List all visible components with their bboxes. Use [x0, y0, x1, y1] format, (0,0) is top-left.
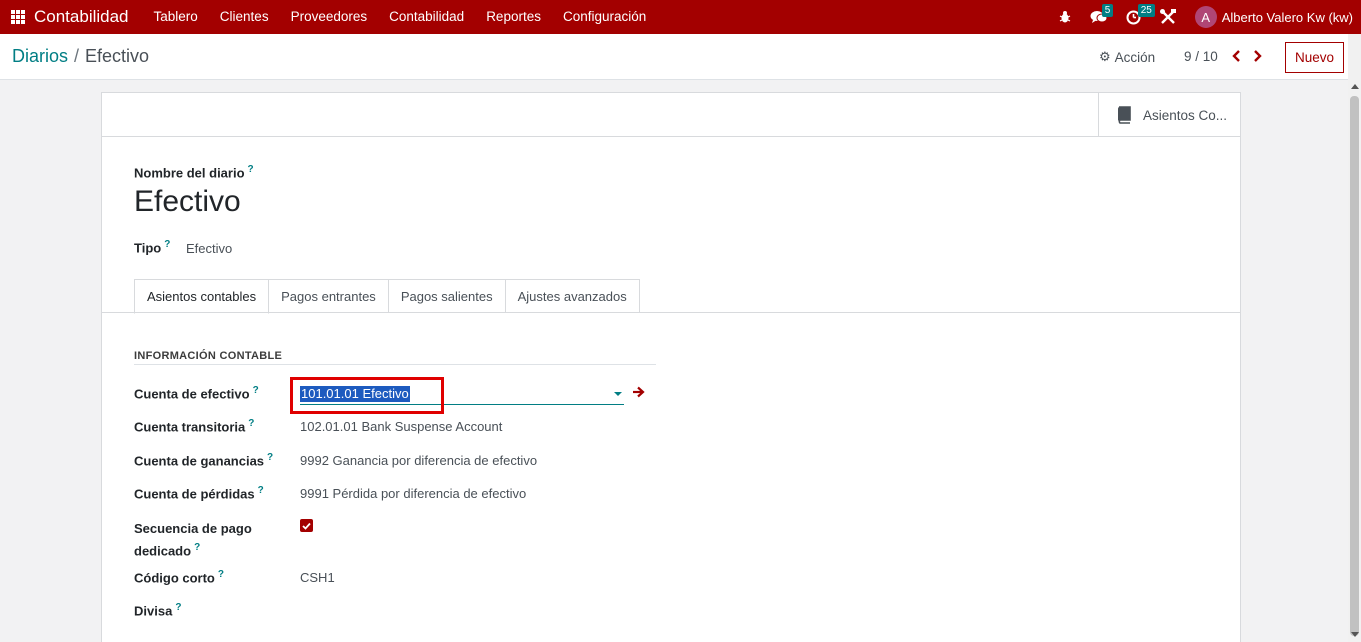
dedicated-sequence-label: Secuencia de pago dedicado?	[134, 519, 252, 560]
menu-item-clientes[interactable]: Clientes	[209, 0, 280, 34]
help-icon[interactable]: ?	[258, 485, 264, 496]
settings-tools-button[interactable]	[1159, 8, 1177, 26]
dedicated-sequence-label-line2: dedicado?	[134, 538, 252, 560]
user-menu[interactable]: A Alberto Valero Kw (kw)	[1194, 6, 1353, 28]
main-menu: Tablero Clientes Proveedores Contabilida…	[143, 0, 658, 34]
top-navbar: Contabilidad Tablero Clientes Proveedore…	[0, 0, 1361, 34]
tab-outgoing-payments[interactable]: Pagos salientes	[388, 279, 506, 313]
journal-name-value[interactable]: Efectivo	[134, 185, 241, 219]
loss-account-label-text: Cuenta de pérdidas	[134, 486, 255, 502]
bug-icon	[1059, 11, 1071, 23]
short-code-value[interactable]: CSH1	[300, 570, 335, 585]
debug-button[interactable]	[1058, 10, 1072, 24]
suspense-account-label-text: Cuenta transitoria	[134, 419, 246, 435]
highlight-box	[290, 377, 444, 414]
activities-badge: 25	[1137, 3, 1155, 17]
short-code-label: Código corto?	[134, 569, 224, 585]
type-label: Tipo?	[134, 239, 170, 255]
help-icon[interactable]: ?	[248, 164, 254, 175]
menu-item-tablero[interactable]: Tablero	[143, 0, 209, 34]
tools-icon	[1159, 9, 1176, 24]
menu-item-configuracion[interactable]: Configuración	[552, 0, 657, 34]
loss-account-label: Cuenta de pérdidas?	[134, 485, 264, 501]
scroll-thumb[interactable]	[1350, 96, 1359, 636]
chevron-right-icon	[1254, 50, 1262, 62]
dedicated-sequence-label-text: dedicado	[134, 543, 192, 559]
dedicated-sequence-checkbox[interactable]	[300, 519, 313, 532]
help-icon[interactable]: ?	[194, 542, 200, 553]
checkmark-icon	[302, 522, 311, 530]
suspense-account-value[interactable]: 102.01.01 Bank Suspense Account	[300, 419, 502, 434]
currency-label: Divisa?	[134, 602, 181, 618]
open-record-button[interactable]	[632, 386, 645, 401]
scroll-down-arrow-icon[interactable]	[1351, 632, 1359, 637]
dedicated-sequence-label-line1: Secuencia de pago	[134, 521, 252, 536]
menu-item-contabilidad[interactable]: Contabilidad	[378, 0, 475, 34]
user-name: Alberto Valero Kw (kw)	[1221, 9, 1353, 25]
notebook-tabs: Asientos contables Pagos entrantes Pagos…	[134, 279, 640, 314]
profit-account-label: Cuenta de ganancias?	[134, 452, 273, 468]
arrow-right-icon	[633, 386, 645, 398]
page-scrollbar[interactable]	[1348, 34, 1361, 642]
messages-badge: 5	[1101, 4, 1114, 17]
help-icon[interactable]: ?	[267, 452, 273, 463]
activities-button[interactable]: 25	[1126, 3, 1155, 25]
action-menu-button[interactable]: ⚙ Acción	[1099, 49, 1155, 65]
profit-account-label-text: Cuenta de ganancias	[134, 453, 265, 469]
app-brand[interactable]: Contabilidad	[34, 7, 129, 27]
breadcrumb: Diarios / Efectivo	[12, 46, 149, 67]
breadcrumb-separator: /	[74, 46, 80, 66]
book-icon	[1117, 106, 1131, 124]
breadcrumb-current: Efectivo	[85, 46, 150, 66]
scroll-up-arrow-icon[interactable]	[1351, 84, 1359, 89]
profit-account-value[interactable]: 9992 Ganancia por diferencia de efectivo	[300, 453, 537, 468]
messages-button[interactable]: 5	[1090, 4, 1114, 24]
help-icon[interactable]: ?	[175, 602, 181, 613]
cash-account-label: Cuenta de efectivo?	[134, 385, 259, 401]
tab-journal-entries[interactable]: Asientos contables	[134, 279, 270, 314]
avatar: A	[1194, 6, 1217, 28]
chevron-left-icon	[1232, 50, 1240, 62]
pager-next-button[interactable]	[1251, 47, 1265, 65]
help-icon[interactable]: ?	[248, 418, 254, 429]
suspense-account-label: Cuenta transitoria?	[134, 418, 254, 434]
menu-item-proveedores[interactable]: Proveedores	[280, 0, 379, 34]
type-label-text: Tipo	[134, 240, 162, 256]
action-label: Acción	[1114, 49, 1156, 65]
cash-account-label-text: Cuenta de efectivo	[134, 386, 250, 402]
tab-divider	[102, 312, 1240, 313]
tab-advanced-settings[interactable]: Ajustes avanzados	[505, 279, 640, 313]
journal-entries-smart-button[interactable]: Asientos Co...	[1098, 93, 1240, 137]
short-code-label-text: Código corto	[134, 570, 215, 586]
help-icon[interactable]: ?	[253, 385, 259, 396]
new-record-button[interactable]: Nuevo	[1285, 42, 1344, 73]
tab-incoming-payments[interactable]: Pagos entrantes	[269, 279, 389, 313]
pager-value[interactable]: 9 / 10	[1184, 49, 1218, 64]
chevron-down-icon[interactable]	[614, 392, 622, 396]
section-divider	[134, 364, 656, 365]
help-icon[interactable]: ?	[164, 239, 170, 250]
help-icon[interactable]: ?	[218, 569, 224, 580]
currency-label-text: Divisa	[134, 603, 173, 619]
control-panel: Diarios / Efectivo ⚙ Acción 9 / 10 Nuevo	[0, 34, 1348, 80]
section-title: INFORMACIÓN CONTABLE	[134, 350, 283, 362]
journal-name-label-text: Nombre del diario	[134, 165, 245, 181]
pager-previous-button[interactable]	[1229, 47, 1243, 65]
journal-name-label: Nombre del diario?	[134, 164, 254, 180]
type-value[interactable]: Efectivo	[186, 241, 232, 256]
systray: 5 25 A Alberto Valero Kw (kw)	[1058, 0, 1361, 34]
loss-account-value[interactable]: 9991 Pérdida por diferencia de efectivo	[300, 486, 526, 501]
gear-icon: ⚙	[1099, 49, 1111, 64]
apps-grid-icon	[11, 10, 25, 24]
smart-button-label: Asientos Co...	[1143, 107, 1228, 123]
app-menu-button[interactable]	[0, 0, 30, 34]
breadcrumb-parent[interactable]: Diarios	[12, 46, 68, 66]
form-sheet: Asientos Co... Nombre del diario? Efecti…	[101, 92, 1241, 642]
menu-item-reportes[interactable]: Reportes	[475, 0, 552, 34]
smart-button-box: Asientos Co...	[102, 93, 1240, 137]
